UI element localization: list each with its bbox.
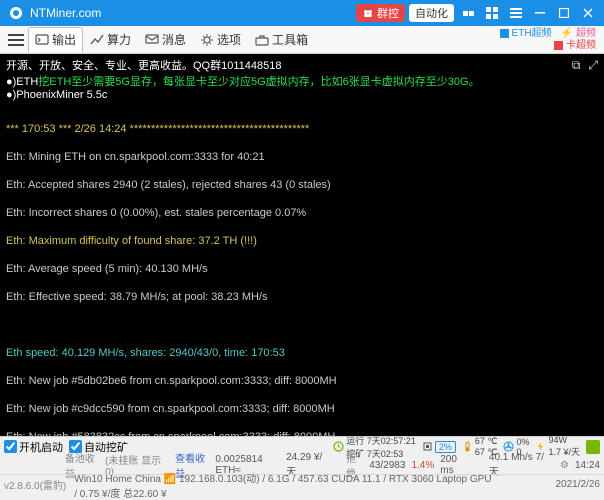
version-label: v2.8.6.0(雷豹): [4, 477, 66, 492]
tab-output[interactable]: 输出: [28, 27, 83, 53]
tab-toolbox[interactable]: 工具箱: [248, 27, 315, 53]
output-icon: [35, 33, 49, 47]
overclock-panel: ETH超频 ⚡超频 卡超频: [500, 28, 596, 52]
banner-line-3: ●)PhoenixMiner 5.5c: [6, 89, 598, 101]
minimize-button[interactable]: [528, 0, 552, 26]
fan-icon: [503, 441, 514, 452]
banner-line-2: ●)ETH挖ETH至少需要5G显存，每张显卡至少对应5G虚拟内存，比如6张显卡虚…: [6, 73, 598, 89]
tab-hashrate[interactable]: 算力: [83, 27, 138, 53]
copy-icon[interactable]: ⧉: [572, 58, 581, 73]
banner: 开源、开放、安全、专业、更高收益。QQ群1011448518 ●)ETH挖ETH…: [0, 54, 604, 104]
menu-icon[interactable]: [8, 32, 24, 48]
list-view-icon[interactable]: [504, 0, 528, 26]
maximize-button[interactable]: [552, 0, 576, 26]
close-button[interactable]: [576, 0, 600, 26]
chart-icon: [90, 33, 104, 47]
bolt-icon: [535, 441, 546, 452]
expand-icon[interactable]: ⤢: [588, 58, 598, 73]
titlebar: NTMiner.com 群控 自动化: [0, 0, 604, 26]
clock-icon: [333, 441, 344, 452]
app-logo-icon: [8, 5, 24, 21]
toolbar: 输出 算力 消息 选项 工具箱 ETH超频 ⚡超频 卡超频: [0, 26, 604, 54]
mining-log: *** 170:53 *** 2/26 14:24 **************…: [0, 104, 604, 436]
eth-color-icon: [500, 29, 509, 38]
tab-options[interactable]: 选项: [193, 27, 248, 53]
grid-view-icon[interactable]: [456, 0, 480, 26]
status-bar: 开机启动 自动挖矿 运行 7天02:57:21挖矿 7天02:53 2% 67 …: [0, 436, 604, 498]
nvidia-icon: [586, 440, 600, 454]
app-title: NTMiner.com: [30, 6, 101, 20]
startup-checkbox[interactable]: 开机启动: [4, 439, 63, 455]
banner-line-1: 开源、开放、安全、专业、更高收益。QQ群1011448518: [6, 57, 598, 73]
cpu-stat: 2%: [422, 441, 456, 453]
settings-gear-icon[interactable]: ⚙: [560, 460, 569, 471]
sysinfo-label: Win10 Home China 📶 192.168.0.103(动) / 6.…: [74, 470, 547, 500]
automation-button[interactable]: 自动化: [409, 4, 454, 22]
tab-messages[interactable]: 消息: [138, 27, 193, 53]
grid2-icon[interactable]: [480, 0, 504, 26]
cpu-icon: [422, 441, 433, 452]
toolbox-icon: [255, 33, 269, 47]
thermometer-icon: [462, 441, 473, 452]
message-icon: [145, 33, 159, 47]
group-control-button[interactable]: 群控: [356, 4, 405, 22]
date-label: 2021/2/26: [556, 479, 601, 490]
card-color-icon: [554, 41, 563, 50]
gear-icon: [200, 33, 214, 47]
